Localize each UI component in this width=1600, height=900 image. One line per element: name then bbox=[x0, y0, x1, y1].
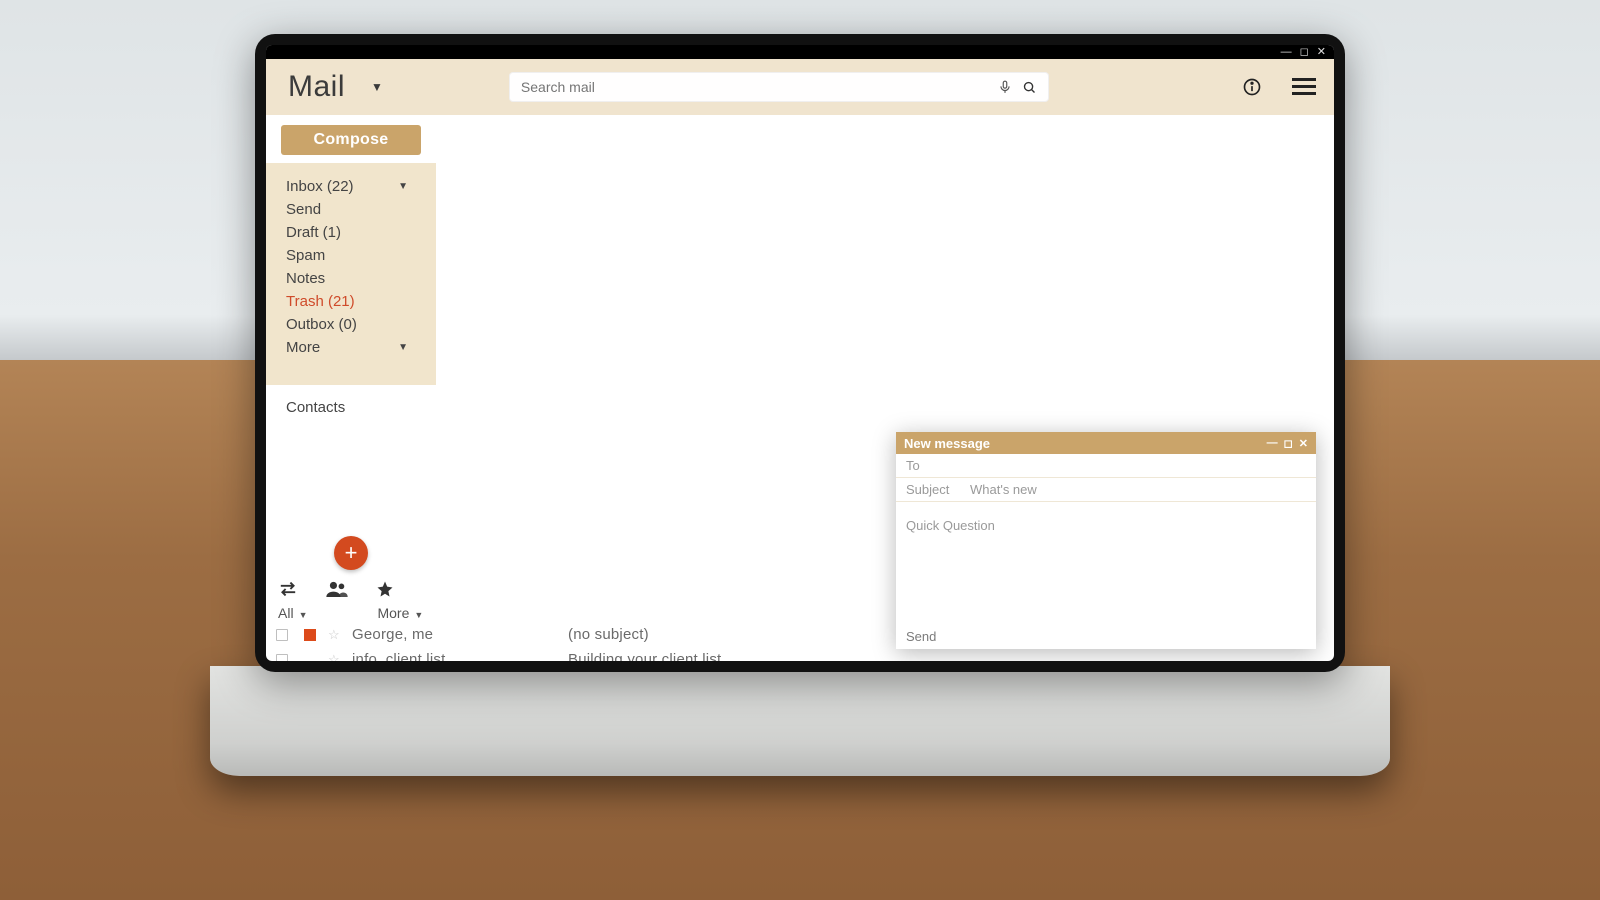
folder-list: Inbox (22) ▼ Send Draft (1) Spam Notes Trash (… bbox=[266, 163, 436, 385]
row-marker bbox=[304, 654, 316, 662]
window-maximize-button[interactable]: ◻ bbox=[1300, 47, 1309, 58]
sidebar-item-label: Spam bbox=[286, 247, 325, 264]
sidebar-item-label: Outbox (0) bbox=[286, 316, 357, 333]
star-icon[interactable] bbox=[376, 580, 394, 598]
search-bar[interactable] bbox=[509, 72, 1049, 102]
window-minimize-button[interactable]: — bbox=[1281, 47, 1292, 58]
compose-body[interactable]: Quick Question bbox=[896, 502, 1316, 623]
search-input[interactable] bbox=[521, 79, 988, 95]
fab-new-button[interactable]: + bbox=[334, 536, 368, 570]
row-subject: Building your client list bbox=[568, 651, 1326, 661]
row-sender: George, me bbox=[352, 626, 562, 643]
window-titlebar: — ◻ ✕ bbox=[266, 45, 1334, 59]
compose-popup-title: New message bbox=[904, 436, 990, 451]
chevron-down-icon: ▼ bbox=[398, 342, 408, 353]
row-checkbox[interactable] bbox=[276, 629, 288, 641]
row-star-icon[interactable]: ☆ bbox=[328, 627, 346, 643]
filter-more-dropdown[interactable]: More▼ bbox=[377, 605, 423, 621]
mic-icon[interactable] bbox=[998, 79, 1012, 95]
compose-to-label: To bbox=[906, 458, 952, 473]
sidebar-item-label: Send bbox=[286, 201, 321, 218]
chevron-down-icon: ▼ bbox=[398, 181, 408, 192]
app-dropdown-icon[interactable]: ▼ bbox=[371, 80, 383, 94]
sidebar-item-label: Inbox (22) bbox=[286, 178, 354, 195]
sidebar-item-send[interactable]: Send bbox=[286, 200, 426, 219]
header: Mail ▼ bbox=[266, 59, 1334, 115]
sidebar-item-spam[interactable]: Spam bbox=[286, 246, 426, 265]
sidebar-item-draft[interactable]: Draft (1) bbox=[286, 223, 426, 242]
row-sender: info, client list bbox=[352, 651, 562, 661]
compose-button[interactable]: Compose bbox=[281, 125, 421, 155]
row-marker bbox=[304, 629, 316, 641]
people-icon[interactable] bbox=[326, 580, 348, 598]
sidebar-item-contacts[interactable]: Contacts bbox=[286, 399, 436, 416]
compose-subject-label: Subject bbox=[906, 482, 952, 497]
search-icon[interactable] bbox=[1022, 80, 1037, 95]
row-star-icon[interactable]: ☆ bbox=[328, 652, 346, 662]
compose-popup: New message — ◻ ✕ To Subject What's new bbox=[896, 432, 1316, 649]
sidebar-item-label: Notes bbox=[286, 270, 325, 287]
app-title: Mail bbox=[288, 70, 345, 104]
sidebar-item-label: More bbox=[286, 339, 320, 356]
sidebar: Compose Inbox (22) ▼ Send Draft (1) Spam Note… bbox=[266, 115, 436, 604]
sidebar-item-more[interactable]: More ▼ bbox=[286, 338, 426, 357]
sidebar-item-trash[interactable]: Trash (21) bbox=[286, 292, 426, 311]
info-icon[interactable] bbox=[1242, 77, 1262, 97]
filter-all-dropdown[interactable]: All▼ bbox=[278, 605, 307, 621]
sidebar-item-outbox[interactable]: Outbox (0) bbox=[286, 315, 426, 334]
sidebar-item-label: Draft (1) bbox=[286, 224, 341, 241]
sidebar-item-label: Trash (21) bbox=[286, 293, 355, 310]
compose-send-button[interactable]: Send bbox=[906, 629, 936, 644]
compose-close-button[interactable]: ✕ bbox=[1299, 437, 1308, 450]
menu-icon[interactable] bbox=[1292, 78, 1316, 96]
row-checkbox[interactable] bbox=[276, 654, 288, 662]
compose-maximize-button[interactable]: ◻ bbox=[1284, 437, 1293, 450]
swap-icon[interactable] bbox=[278, 580, 298, 598]
sidebar-item-inbox[interactable]: Inbox (22) ▼ bbox=[286, 177, 426, 196]
compose-subject-field[interactable]: What's new bbox=[970, 482, 1037, 497]
compose-minimize-button[interactable]: — bbox=[1267, 437, 1278, 450]
window-close-button[interactable]: ✕ bbox=[1317, 47, 1326, 58]
table-row[interactable]: ☆ info, client list Building your client l… bbox=[266, 647, 1334, 661]
sidebar-item-notes[interactable]: Notes bbox=[286, 269, 426, 288]
